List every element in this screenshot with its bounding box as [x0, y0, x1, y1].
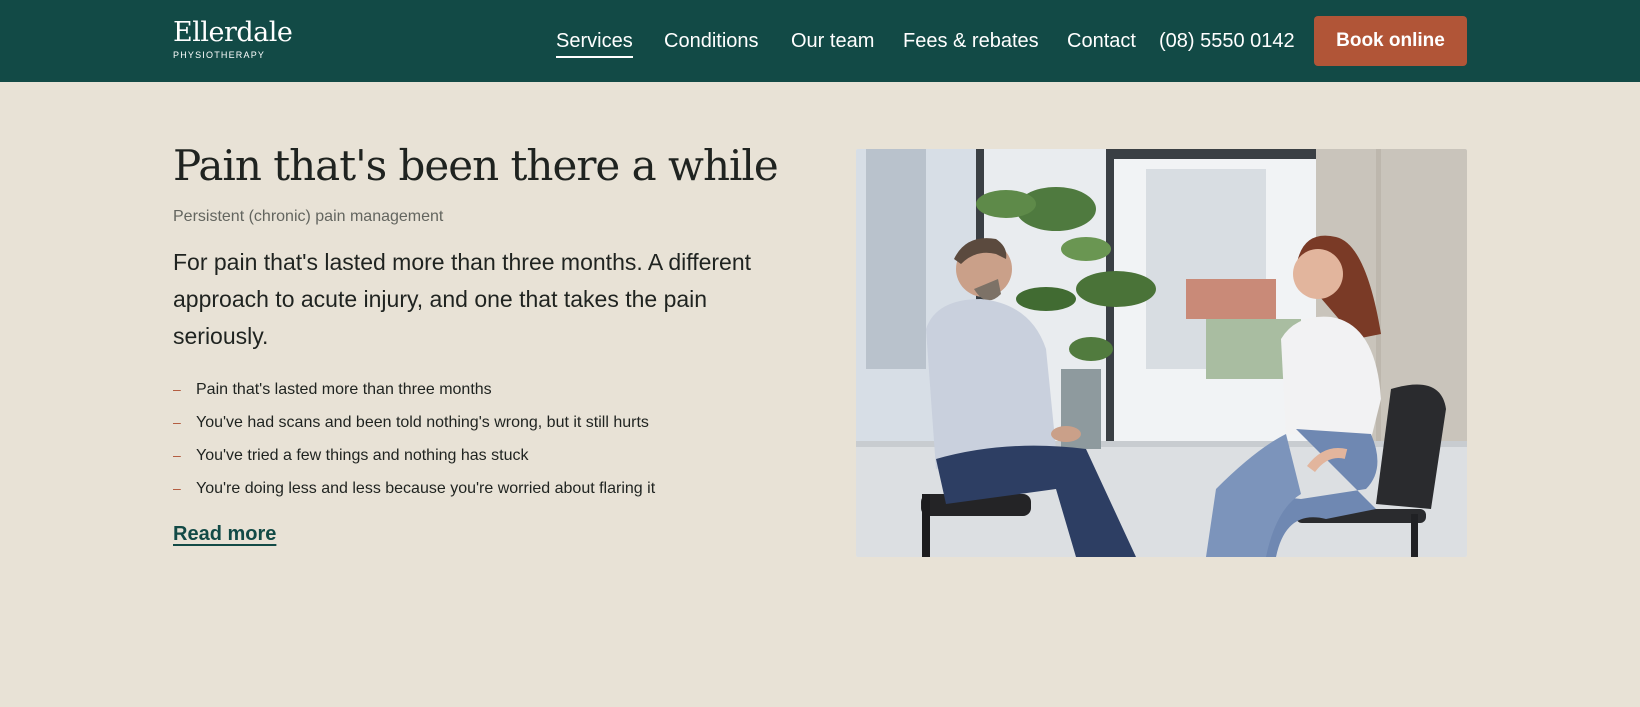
- list-item-text: Pain that's lasted more than three month…: [196, 381, 492, 398]
- nav-item-fees[interactable]: Fees & rebates: [903, 28, 1039, 54]
- main-content: Pain that's been there a while Persisten…: [173, 140, 813, 547]
- consultation-illustration: [856, 149, 1467, 557]
- nav-item-conditions[interactable]: Conditions: [664, 28, 759, 54]
- list-item: – You've had scans and been told nothing'…: [173, 406, 813, 439]
- dash-icon: –: [173, 480, 181, 496]
- intro-paragraph: For pain that's lasted more than three m…: [173, 249, 752, 349]
- page-subtitle: Persistent (chronic) pain management: [173, 208, 444, 225]
- nav-item-services[interactable]: Services: [556, 28, 633, 58]
- dash-icon: –: [173, 381, 181, 397]
- nav-item-contact[interactable]: Contact: [1067, 28, 1136, 54]
- site-header: Ellerdale PHYSIOTHERAPY Services Conditi…: [0, 0, 1640, 82]
- list-item: – You're doing less and less because you'…: [173, 472, 813, 505]
- book-online-button[interactable]: Book online: [1314, 16, 1467, 66]
- brand-tagline: PHYSIOTHERAPY: [173, 50, 266, 60]
- brand-name: Ellerdale: [173, 17, 293, 48]
- phone-link[interactable]: (08) 5550 0142: [1159, 28, 1295, 54]
- page-title: Pain that's been there a while: [173, 141, 779, 190]
- dash-icon: –: [173, 447, 181, 463]
- list-item-text: You're doing less and less because you'r…: [196, 480, 656, 497]
- list-item: – You've tried a few things and nothing h…: [173, 439, 813, 472]
- dash-icon: –: [173, 414, 181, 430]
- list-item: – Pain that's lasted more than three mont…: [173, 373, 813, 406]
- list-item-text: You've tried a few things and nothing ha…: [196, 447, 529, 464]
- read-more-link[interactable]: Read more: [173, 521, 276, 547]
- brand-logo[interactable]: Ellerdale PHYSIOTHERAPY: [173, 17, 293, 61]
- list-item-text: You've had scans and been told nothing's…: [196, 414, 649, 431]
- physio-consultation-photo: [856, 149, 1467, 557]
- nav-item-our-team[interactable]: Our team: [791, 28, 874, 54]
- symptom-list: – Pain that's lasted more than three mont…: [173, 373, 813, 505]
